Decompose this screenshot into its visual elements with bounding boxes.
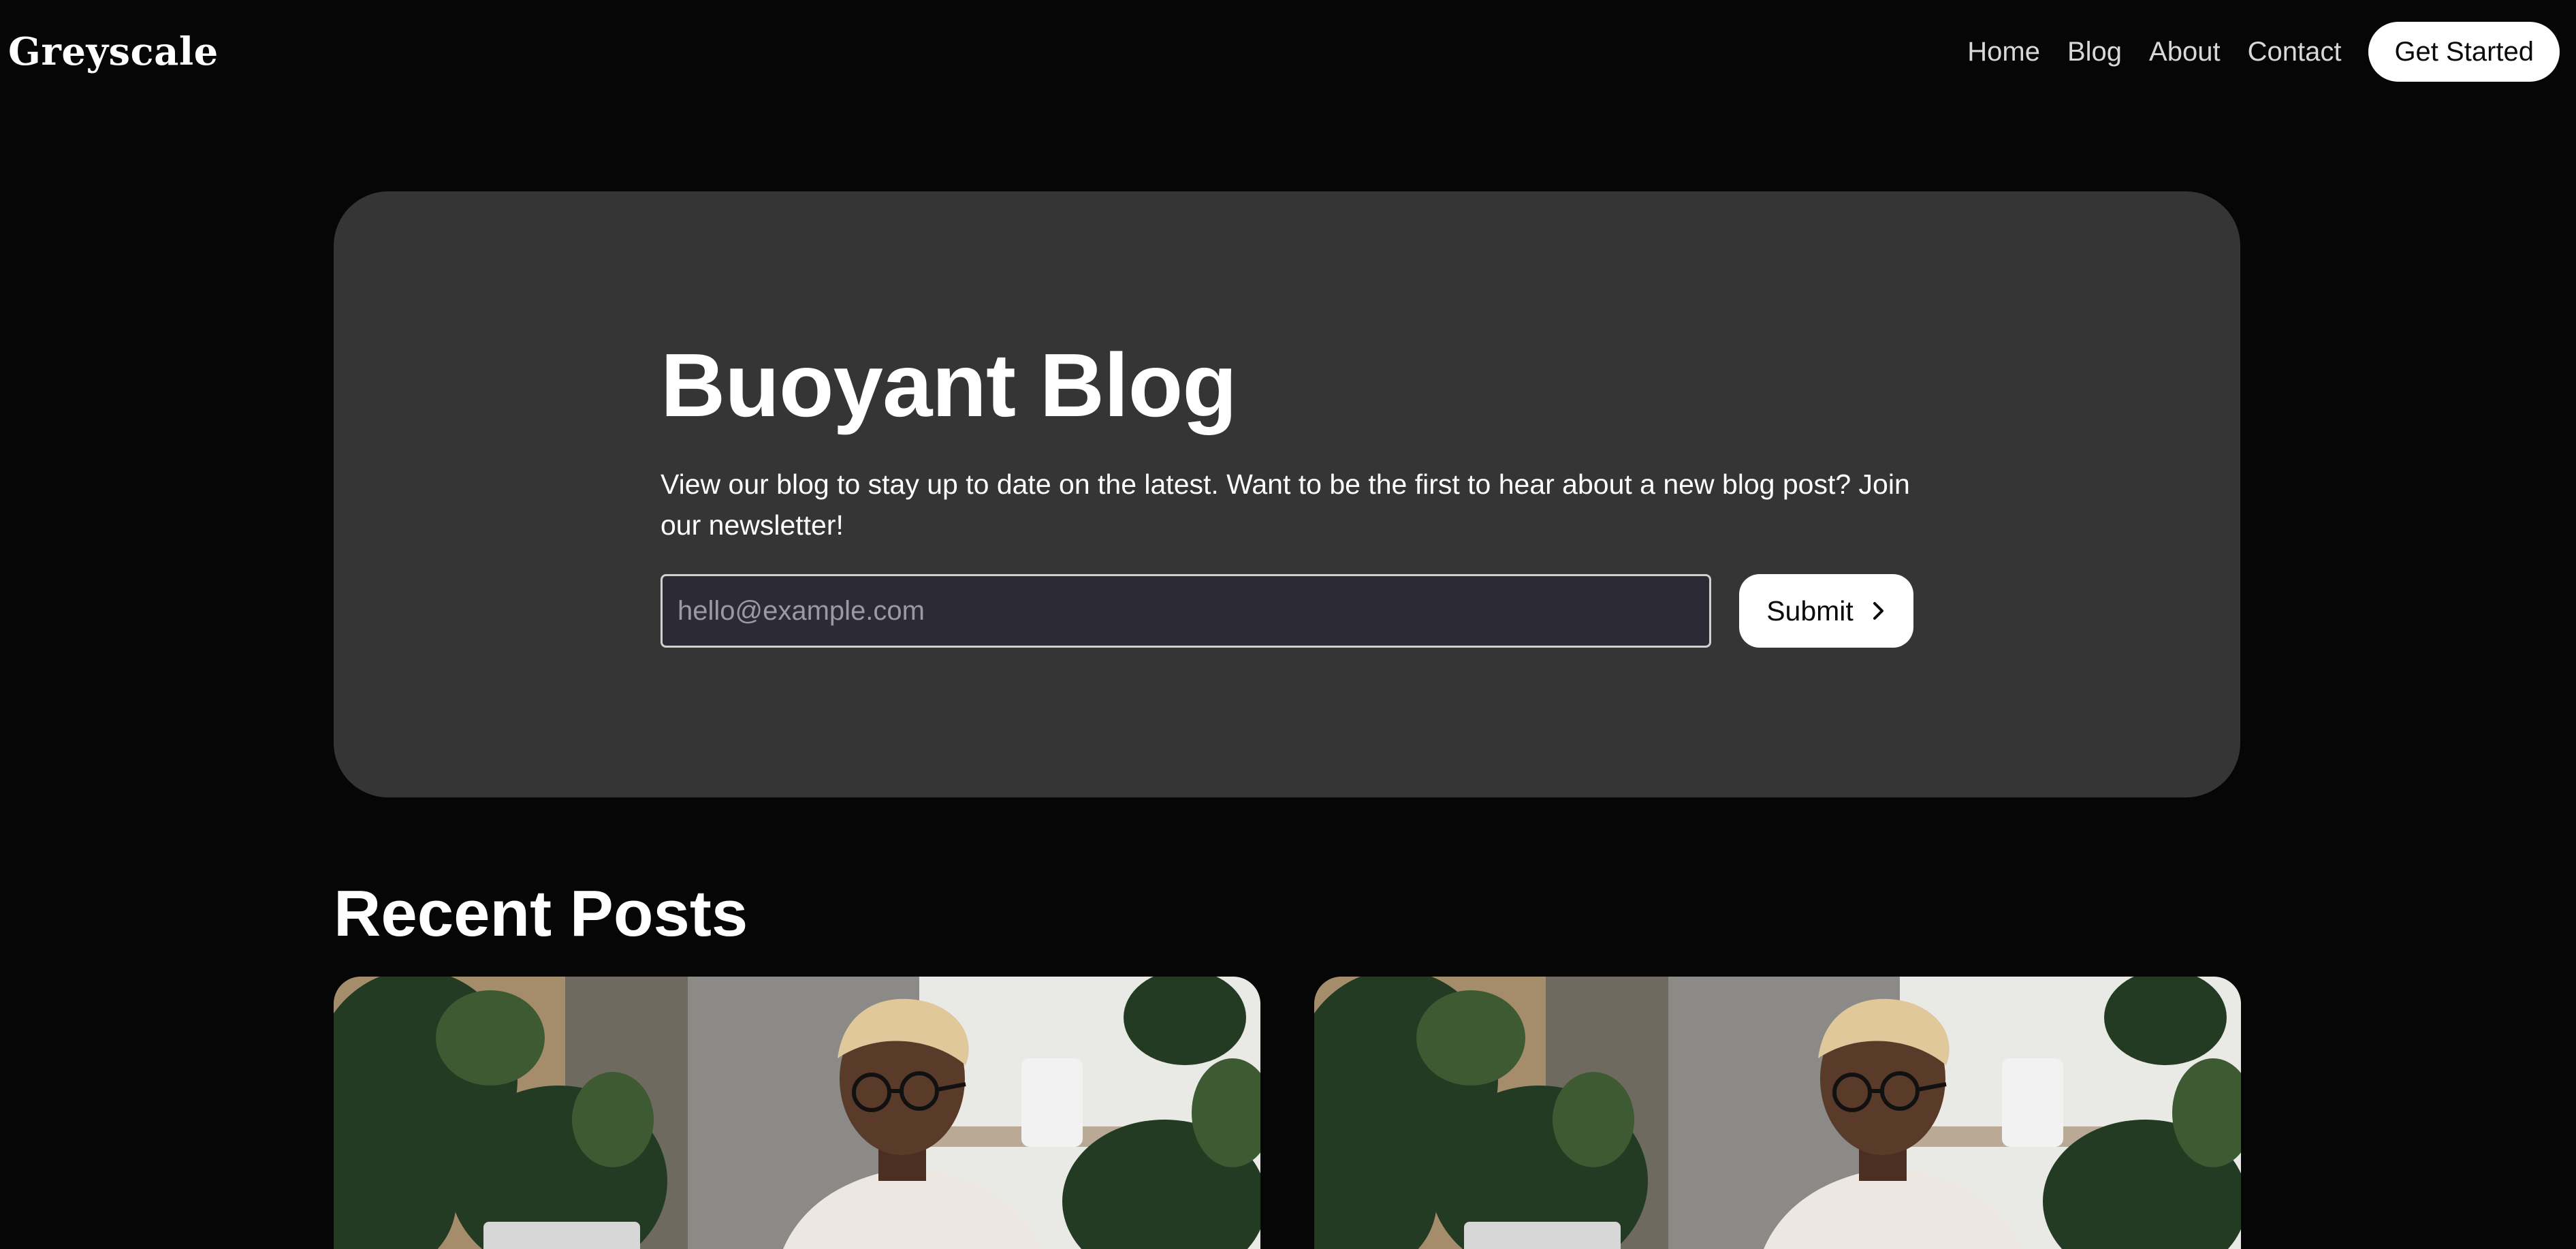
nav-about-link[interactable]: About — [2149, 37, 2221, 67]
post-image — [334, 977, 1260, 1249]
hero-title: Buoyant Blog — [661, 335, 1237, 435]
post-card[interactable] — [334, 977, 1260, 1249]
recent-posts-title: Recent Posts — [334, 877, 748, 950]
newsletter-form: Submit — [661, 574, 1927, 648]
hero-description: View our blog to stay up to date on the … — [661, 469, 1910, 541]
nav-home-link[interactable]: Home — [1967, 37, 2040, 67]
chevron-right-icon — [1873, 602, 1883, 620]
get-started-button[interactable]: Get Started — [2368, 22, 2560, 82]
email-input[interactable] — [661, 574, 1711, 648]
post-image — [1314, 977, 2241, 1249]
main-nav: Home Blog About Contact Get Started — [1940, 22, 2560, 82]
post-card[interactable] — [1314, 977, 2241, 1249]
site-header: Greyscale Home Blog About Contact Get St… — [0, 0, 2576, 104]
submit-label: Submit — [1766, 595, 1854, 627]
hero-content: Buoyant Blog View our blog to stay up to… — [661, 334, 1927, 648]
nav-blog-link[interactable]: Blog — [2067, 37, 2122, 67]
submit-button[interactable]: Submit — [1739, 574, 1913, 648]
hero-card: Buoyant Blog View our blog to stay up to… — [334, 191, 2240, 797]
nav-contact-link[interactable]: Contact — [2248, 37, 2342, 67]
brand-logo[interactable]: Greyscale — [8, 27, 219, 76]
